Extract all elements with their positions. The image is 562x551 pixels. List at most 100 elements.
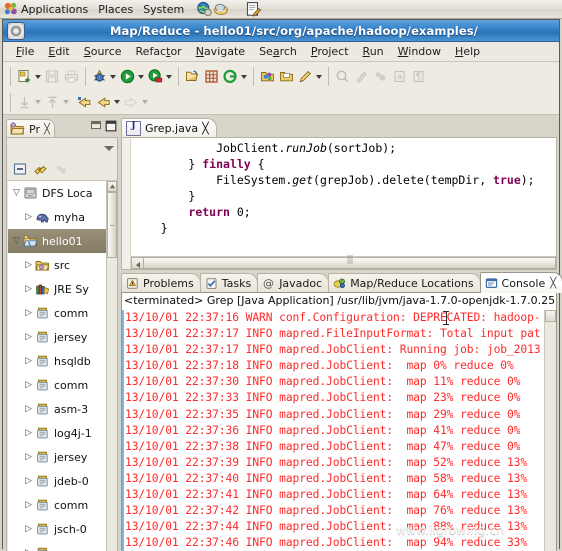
- save-button[interactable]: [43, 66, 62, 88]
- external-tools-button[interactable]: [146, 66, 174, 88]
- tree-item-comm[interactable]: ▷ comm: [8, 373, 106, 397]
- new-wizard-button[interactable]: [15, 66, 43, 88]
- menu-source[interactable]: Source: [77, 43, 129, 60]
- expand-arrow-right-icon[interactable]: ▷: [22, 356, 35, 366]
- window-titlebar[interactable]: Map/Reduce - hello01/src/org/apache/hado…: [3, 20, 559, 42]
- console-view[interactable]: <terminated> Grep [Java Application] /us…: [121, 292, 557, 551]
- tree-item-jsch-0[interactable]: ▷ jsch-0: [8, 517, 106, 541]
- new-java-project-button[interactable]: [183, 66, 202, 88]
- places-menu[interactable]: Places: [94, 0, 139, 19]
- last-edit-location-button[interactable]: [75, 91, 94, 113]
- tree-item-jre-sy[interactable]: ▷ JRE Sy: [8, 277, 106, 301]
- scroll-left-arrow-icon[interactable]: [131, 257, 144, 269]
- expand-arrow-right-icon[interactable]: ▷: [22, 260, 35, 270]
- package-explorer-tree[interactable]: ▽ DFS Loca ▷ myha ▽ hello01 ▷ src ▷ JRE Sy ▷ comm ▷ j…: [8, 181, 117, 551]
- back-button[interactable]: [94, 91, 122, 113]
- next-annotation-button[interactable]: [15, 91, 43, 113]
- tab-problems[interactable]: Problems: [121, 273, 201, 293]
- tree-item-myha[interactable]: ▷ myha: [8, 205, 106, 229]
- tree-item-dfs-loca[interactable]: ▽ DFS Loca: [8, 181, 106, 205]
- chevron-down-icon[interactable]: [142, 100, 148, 104]
- new-class-button[interactable]: [221, 66, 249, 88]
- tree-item-jersey[interactable]: ▷ jersey: [8, 325, 106, 349]
- collapse-all-button[interactable]: [13, 162, 27, 176]
- scroll-up-arrow-icon[interactable]: [107, 181, 117, 192]
- tree-item-src[interactable]: ▷ src: [8, 253, 106, 277]
- tab-tasks[interactable]: Tasks: [199, 273, 259, 293]
- view-menu-icon[interactable]: [104, 145, 114, 151]
- tree-item-comm[interactable]: ▷ comm: [8, 493, 106, 517]
- menu-navigate[interactable]: Navigate: [189, 43, 252, 60]
- expand-arrow-right-icon[interactable]: ▷: [22, 380, 35, 390]
- link-with-editor-button[interactable]: [33, 162, 48, 177]
- tab-package-explorer[interactable]: Pr ╳: [6, 119, 55, 138]
- tree-item-log4j-1[interactable]: ▷ log4j-1: [8, 421, 106, 445]
- tab-console[interactable]: Console ╳: [479, 272, 562, 293]
- open-task-button[interactable]: [277, 66, 296, 88]
- expand-arrow-right-icon[interactable]: ▷: [22, 428, 35, 438]
- chevron-down-icon[interactable]: [110, 74, 116, 79]
- text-editor-icon[interactable]: [245, 1, 262, 17]
- toggle-ant-button[interactable]: [371, 66, 390, 88]
- menu-refactor[interactable]: Refactor: [129, 43, 189, 60]
- scroll-up-arrow-icon[interactable]: [545, 310, 556, 322]
- applications-menu[interactable]: Applications: [0, 0, 94, 19]
- editor-horizontal-scrollbar[interactable]: [131, 255, 556, 269]
- menu-edit[interactable]: Edit: [41, 43, 76, 60]
- expand-arrow-right-icon[interactable]: ▷: [22, 404, 35, 414]
- open-type-button[interactable]: [258, 66, 277, 88]
- maximize-icon[interactable]: [105, 120, 117, 132]
- menu-window[interactable]: Window: [391, 43, 448, 60]
- editor-text-area[interactable]: JobClient.runJob(sortJob); } finally { F…: [121, 137, 557, 270]
- chevron-down-icon[interactable]: [166, 74, 172, 79]
- toggle-mark-occurrences-button[interactable]: [333, 66, 352, 88]
- close-icon[interactable]: ╳: [550, 278, 556, 289]
- focus-on-active-task-button[interactable]: [54, 162, 68, 176]
- expand-arrow-right-icon[interactable]: ▷: [22, 332, 35, 342]
- close-icon[interactable]: ╳: [202, 122, 209, 135]
- search-button[interactable]: [296, 66, 324, 88]
- skip-breakpoints-button[interactable]: [352, 66, 371, 88]
- scrollbar-thumb[interactable]: [144, 255, 556, 269]
- tree-item-jersey[interactable]: ▷ jersey: [8, 445, 106, 469]
- expand-arrow-right-icon[interactable]: ▷: [22, 452, 35, 462]
- scrollbar-thumb[interactable]: [107, 192, 117, 258]
- tree-item-jdeb-0[interactable]: ▷ jdeb-0: [8, 469, 106, 493]
- expand-arrow-down-icon[interactable]: ▽: [10, 188, 23, 198]
- pilcrow-button[interactable]: ¶: [409, 66, 428, 88]
- system-menu[interactable]: System: [139, 0, 190, 19]
- menu-file[interactable]: File: [9, 43, 41, 60]
- menu-run[interactable]: Run: [356, 43, 391, 60]
- chevron-down-icon[interactable]: [138, 74, 144, 79]
- tab-map-reduce-locations[interactable]: Map/Reduce Locations: [328, 273, 481, 293]
- console-scroll-area[interactable]: 13/10/01 22:37:16 WARN conf.Configuratio…: [122, 310, 556, 551]
- expand-arrow-right-icon[interactable]: ▷: [22, 308, 35, 318]
- chevron-down-icon[interactable]: [241, 74, 247, 79]
- chevron-down-icon[interactable]: [316, 74, 322, 79]
- run-button[interactable]: [118, 66, 146, 88]
- chevron-down-icon[interactable]: [35, 100, 41, 104]
- expand-arrow-right-icon[interactable]: ▷: [22, 212, 35, 222]
- console-vertical-scrollbar[interactable]: [544, 310, 556, 551]
- chevron-down-icon[interactable]: [63, 100, 69, 104]
- tree-item-aspec[interactable]: ▷aspec: [8, 541, 106, 551]
- chevron-down-icon[interactable]: [114, 100, 120, 104]
- close-icon[interactable]: ╳: [44, 124, 50, 135]
- expand-arrow-right-icon[interactable]: ▷: [22, 524, 35, 534]
- minimize-icon[interactable]: [90, 120, 102, 132]
- tree-item-hsqldb[interactable]: ▷ hsqldb: [8, 349, 106, 373]
- menu-search[interactable]: Search: [252, 43, 304, 60]
- web-browser-icon[interactable]: [196, 1, 212, 17]
- debug-button[interactable]: [90, 66, 118, 88]
- tab-javadoc[interactable]: @ Javadoc: [257, 273, 330, 293]
- tree-item-asm-3[interactable]: ▷ asm-3: [8, 397, 106, 421]
- expand-arrow-right-icon[interactable]: ▷: [22, 476, 35, 486]
- help-icon[interactable]: [213, 1, 229, 17]
- chevron-down-icon[interactable]: [35, 74, 41, 79]
- forward-button[interactable]: [122, 91, 150, 113]
- menu-project[interactable]: Project: [304, 43, 356, 60]
- menu-help[interactable]: Help: [448, 43, 487, 60]
- expand-arrow-right-icon[interactable]: ▷: [22, 500, 35, 510]
- tree-item-hello01[interactable]: ▽ hello01: [8, 229, 106, 253]
- tab-grep-java[interactable]: Grep.java ╳: [121, 118, 217, 138]
